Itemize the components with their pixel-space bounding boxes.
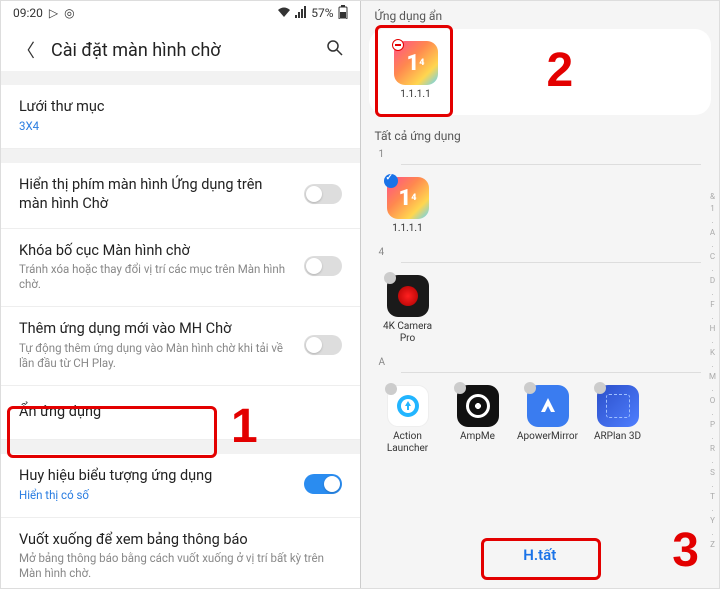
index-1: 1 xyxy=(361,147,720,162)
wifi-icon xyxy=(277,6,291,21)
setting-value: 3X4 xyxy=(19,119,342,134)
status-time: 09:20 xyxy=(13,6,43,20)
setting-label: Khóa bố cục Màn hình chờ xyxy=(19,241,294,261)
app-icon-1111: 14 xyxy=(394,41,438,85)
all-apps-title: Tất cả ứng dụng xyxy=(361,115,720,147)
instagram-icon: ◎ xyxy=(64,6,74,20)
setting-label: Huy hiệu biểu tượng ứng dụng xyxy=(19,466,294,486)
setting-sub: Tránh xóa hoặc thay đổi vị trí các mục t… xyxy=(19,262,294,292)
app-apowermirror[interactable]: ApowerMirror xyxy=(515,385,581,455)
app-icon-arplan xyxy=(597,385,639,427)
app-name: 1.1.1.1 xyxy=(375,223,441,235)
unchecked-icon[interactable] xyxy=(594,382,606,394)
toggle-off[interactable] xyxy=(304,256,342,276)
setting-label: Lưới thư mục xyxy=(19,97,342,117)
setting-label: Vuốt xuống để xem bảng thông báo xyxy=(19,530,342,550)
hidden-app-1111[interactable]: 14 1.1.1.1 xyxy=(383,41,449,101)
settings-pane: 09:20 ▷ ◎ 57% 〈 Cài đặt màn hình chờ Lướ… xyxy=(1,1,361,588)
index-A: A xyxy=(361,355,720,370)
setting-sub: Tự động thêm ứng dụng vào Màn hình chờ k… xyxy=(19,341,294,371)
status-battery: 57% xyxy=(311,6,333,20)
play-store-icon: ▷ xyxy=(49,6,58,20)
battery-icon xyxy=(338,5,348,22)
app-icon-apower xyxy=(527,385,569,427)
setting-label: Hiển thị phím màn hình Ứng dụng trên màn… xyxy=(19,175,294,214)
app-icon-4k xyxy=(387,275,429,317)
checked-icon[interactable] xyxy=(384,174,398,188)
setting-icon-badges[interactable]: Huy hiệu biểu tượng ứng dụng Hiển thị có… xyxy=(1,454,360,518)
setting-hide-apps[interactable]: Ẩn ứng dụng xyxy=(1,386,360,441)
done-button[interactable]: H.tất xyxy=(483,536,596,574)
setting-show-apps-button[interactable]: Hiển thị phím màn hình Ứng dụng trên màn… xyxy=(1,163,360,229)
setting-label: Thêm ứng dụng mới vào MH Chờ xyxy=(19,319,294,339)
hidden-apps-container: 14 1.1.1.1 xyxy=(369,29,712,115)
setting-sub: Hiển thị có số xyxy=(19,488,294,503)
app-name: ApowerMirror xyxy=(515,431,581,443)
setting-add-new-apps[interactable]: Thêm ứng dụng mới vào MH Chờ Tự động thê… xyxy=(1,307,360,385)
app-name: 4K Camera Pro xyxy=(375,321,441,345)
app-4k-camera[interactable]: 4K Camera Pro xyxy=(375,275,441,345)
setting-grid[interactable]: Lưới thư mục 3X4 xyxy=(1,85,360,149)
toggle-on[interactable] xyxy=(304,474,342,494)
app-arplan[interactable]: ARPlan 3D xyxy=(585,385,651,455)
setting-label: Ẩn ứng dụng xyxy=(19,402,342,422)
annotation-number-3: 3 xyxy=(672,523,699,578)
app-icon-action xyxy=(387,385,429,427)
toggle-off[interactable] xyxy=(304,184,342,204)
settings-header: 〈 Cài đặt màn hình chờ xyxy=(1,25,360,71)
hidden-apps-title: Ứng dụng ẩn xyxy=(361,1,720,29)
app-name: 1.1.1.1 xyxy=(383,89,449,101)
app-icon-ampme xyxy=(457,385,499,427)
unchecked-icon[interactable] xyxy=(384,272,396,284)
app-name: AmpMe xyxy=(445,431,511,443)
unchecked-icon[interactable] xyxy=(524,382,536,394)
back-icon[interactable]: 〈 xyxy=(17,37,35,63)
app-name: Action Launcher xyxy=(375,431,441,455)
index-4: 4 xyxy=(361,245,720,260)
toggle-off[interactable] xyxy=(304,335,342,355)
app-1111[interactable]: 14 1.1.1.1 xyxy=(375,177,441,235)
setting-sub: Mở bảng thông báo bằng cách vuốt xuống ở… xyxy=(19,551,342,581)
signal-icon xyxy=(295,6,307,21)
remove-icon[interactable] xyxy=(392,39,404,51)
search-icon[interactable] xyxy=(326,39,344,62)
unchecked-icon[interactable] xyxy=(385,383,397,395)
hide-apps-pane: Ứng dụng ẩn 14 1.1.1.1 Tất cả ứng dụng 1… xyxy=(361,1,720,588)
az-index-scroller[interactable]: & 1 . A . C . D . F . H . K . M . O . P … xyxy=(709,191,716,551)
app-icon-1111: 14 xyxy=(387,177,429,219)
app-action-launcher[interactable]: Action Launcher xyxy=(375,385,441,455)
app-ampme[interactable]: AmpMe xyxy=(445,385,511,455)
setting-lock-layout[interactable]: Khóa bố cục Màn hình chờ Tránh xóa hoặc … xyxy=(1,229,360,307)
status-bar: 09:20 ▷ ◎ 57% xyxy=(1,1,360,25)
app-name: ARPlan 3D xyxy=(585,431,651,443)
setting-swipe-notifications[interactable]: Vuốt xuống để xem bảng thông báo Mở bảng… xyxy=(1,518,360,588)
unchecked-icon[interactable] xyxy=(454,382,466,394)
page-title: Cài đặt màn hình chờ xyxy=(51,40,310,61)
